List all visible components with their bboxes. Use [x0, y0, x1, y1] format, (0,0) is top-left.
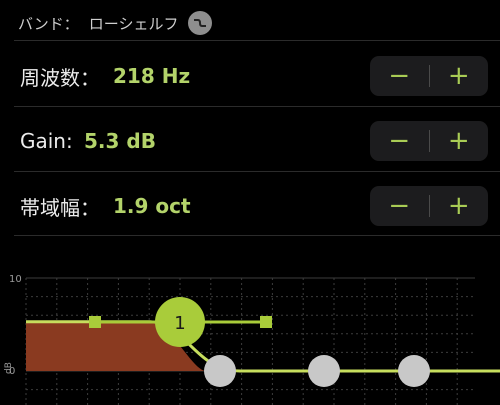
band-node-2[interactable]: [204, 355, 236, 387]
gain-stepper: − +: [370, 121, 488, 161]
eq-graph[interactable]: 1 10 0 dB: [0, 270, 500, 405]
y-axis-unit-label: dB: [4, 362, 14, 374]
frequency-increment-button[interactable]: +: [430, 56, 489, 96]
bandwidth-handle-right[interactable]: [260, 316, 272, 328]
bandwidth-stepper: − +: [370, 186, 488, 226]
band-node-4[interactable]: [398, 355, 430, 387]
bandwidth-decrement-button[interactable]: −: [370, 186, 429, 226]
band-node-3[interactable]: [308, 355, 340, 387]
band-label: バンド：: [18, 14, 79, 33]
divider: [14, 40, 500, 41]
band-name[interactable]: ローシェルフ: [89, 13, 179, 34]
frequency-row: 周波数： 218 Hz − +: [0, 44, 500, 108]
divider: [14, 106, 500, 107]
y-axis-top-label: 10: [9, 274, 22, 285]
gain-label: Gain:: [20, 129, 73, 153]
frequency-value: 218 Hz: [113, 64, 191, 88]
band-node-1-label: 1: [174, 313, 185, 334]
frequency-decrement-button[interactable]: −: [370, 56, 429, 96]
low-shelf-icon[interactable]: [188, 11, 213, 35]
divider: [14, 235, 500, 236]
bandwidth-label: 帯域幅：: [20, 195, 100, 220]
bandwidth-handle-left[interactable]: [89, 316, 101, 328]
bandwidth-increment-button[interactable]: +: [430, 186, 489, 226]
band-header: バンド： ローシェルフ: [18, 9, 213, 37]
bandwidth-value: 1.9 oct: [113, 194, 191, 218]
bandwidth-row: 帯域幅： 1.9 oct − +: [0, 174, 500, 238]
gain-value: 5.3 dB: [84, 129, 156, 153]
gain-increment-button[interactable]: +: [430, 121, 489, 161]
frequency-stepper: − +: [370, 56, 488, 96]
gain-decrement-button[interactable]: −: [370, 121, 429, 161]
divider: [14, 171, 500, 172]
gain-row: Gain: 5.3 dB − +: [0, 109, 500, 173]
frequency-label: 周波数：: [20, 65, 100, 90]
